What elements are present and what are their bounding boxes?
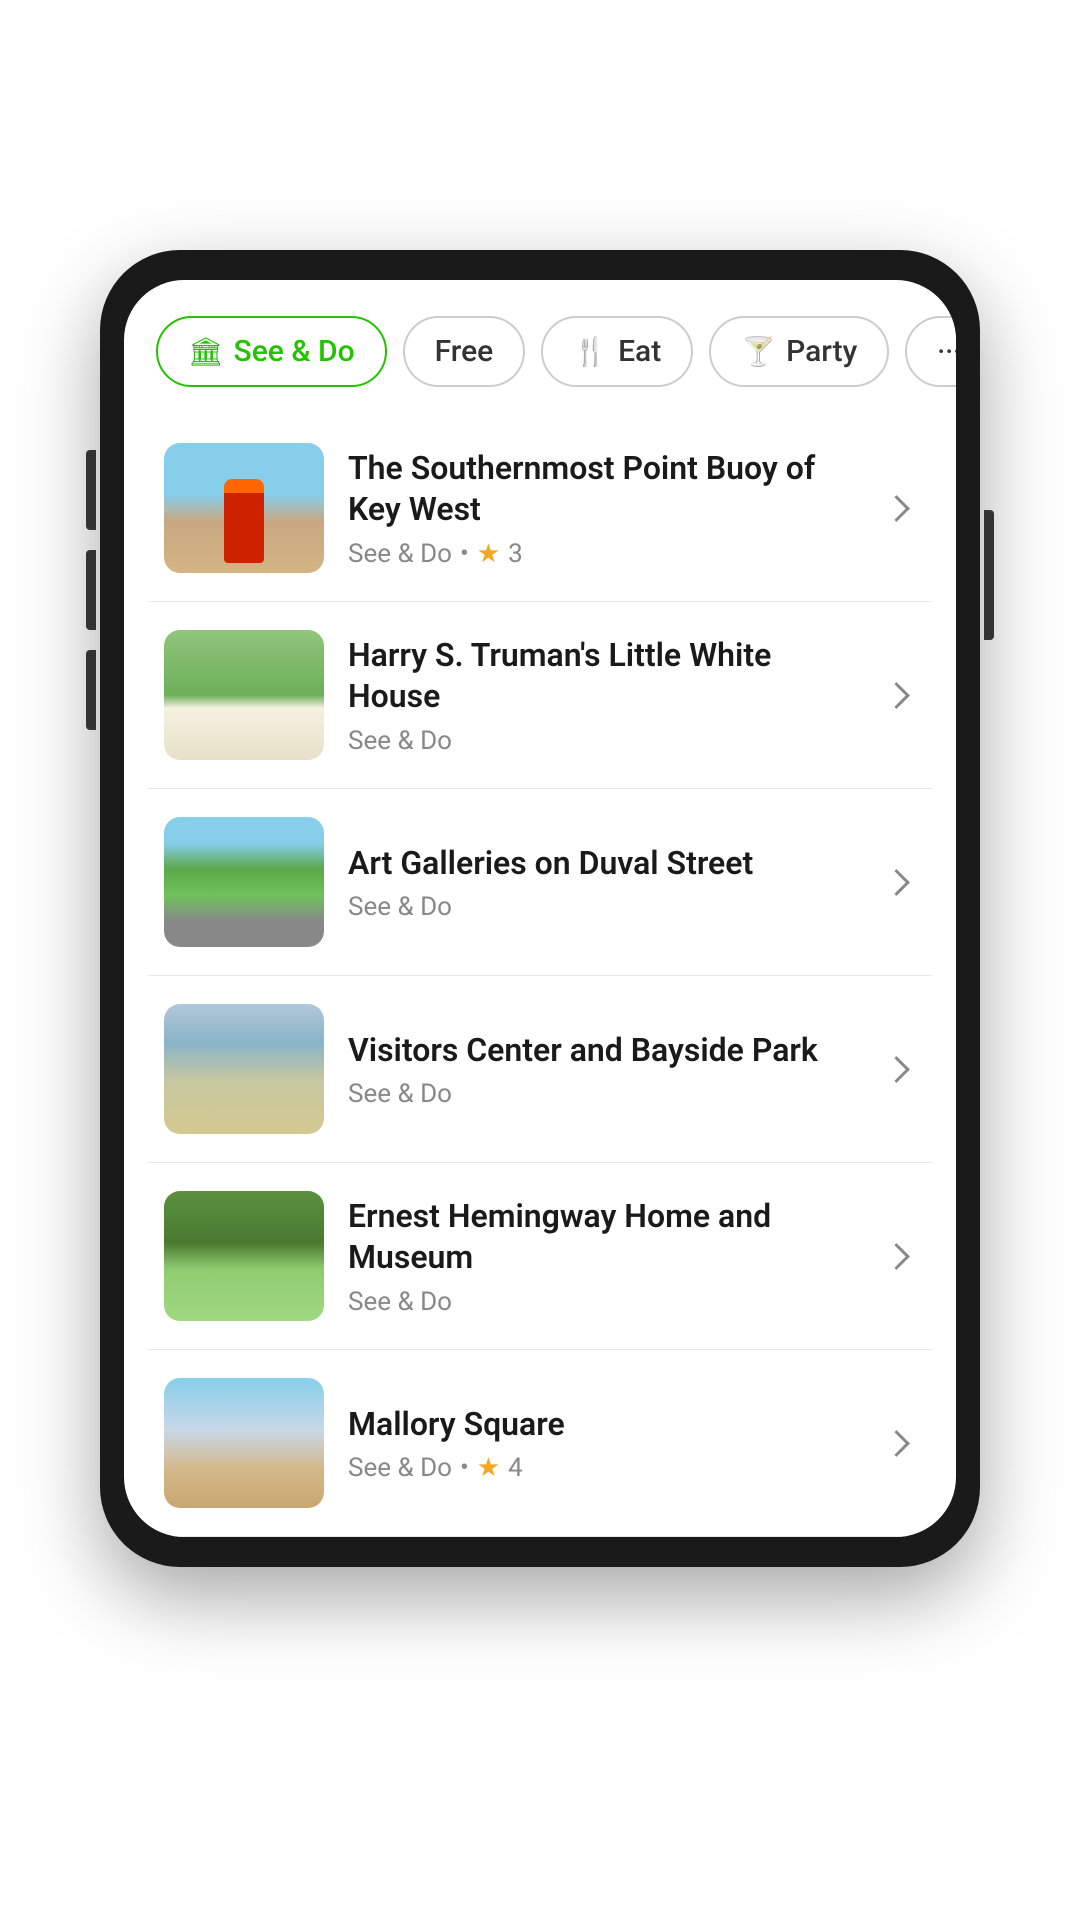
- item-title: Mallory Square: [348, 1404, 852, 1446]
- item-image: [164, 817, 324, 947]
- list-item[interactable]: Art Galleries on Duval Street See & Do: [148, 789, 932, 976]
- phone-screen: 🏛 See & Do Free 🍴 Eat 🍸 Party ··· Other …: [124, 280, 956, 1537]
- item-meta: See & Do: [348, 892, 852, 922]
- chip-label-eat: Eat: [618, 334, 661, 369]
- item-meta: See & Do: [348, 1287, 852, 1317]
- list-item[interactable]: Harry S. Truman's Little White House See…: [148, 602, 932, 789]
- item-meta: See & Do: [348, 726, 852, 756]
- places-list: The Southernmost Point Buoy of Key West …: [124, 415, 956, 1537]
- star-icon: ★: [477, 539, 500, 569]
- item-content: The Southernmost Point Buoy of Key West …: [348, 448, 852, 569]
- item-category: See & Do: [348, 726, 452, 756]
- filter-chip-other[interactable]: ··· Other: [905, 316, 956, 387]
- item-image: [164, 1191, 324, 1321]
- chip-icon-eat: 🍴: [573, 335, 608, 368]
- item-title: Harry S. Truman's Little White House: [348, 635, 852, 718]
- list-item[interactable]: The Southernmost Point Buoy of Key West …: [148, 415, 932, 602]
- item-content: Ernest Hemingway Home and Museum See & D…: [348, 1196, 852, 1317]
- star-icon: ★: [477, 1453, 500, 1483]
- item-content: Mallory Square See & Do • ★ 4: [348, 1404, 852, 1484]
- chip-icon-party: 🍸: [741, 335, 776, 368]
- item-content: Art Galleries on Duval Street See & Do: [348, 843, 852, 923]
- list-item[interactable]: Visitors Center and Bayside Park See & D…: [148, 976, 932, 1163]
- item-category: See & Do: [348, 1453, 452, 1483]
- filter-bar: 🏛 See & Do Free 🍴 Eat 🍸 Party ··· Other: [124, 280, 956, 415]
- list-item[interactable]: Ernest Hemingway Home and Museum See & D…: [148, 1163, 932, 1350]
- item-meta: See & Do: [348, 1079, 852, 1109]
- chevron-right-icon: [876, 1236, 916, 1276]
- item-title: Visitors Center and Bayside Park: [348, 1030, 852, 1072]
- item-rating: 3: [508, 539, 523, 569]
- item-category: See & Do: [348, 1287, 452, 1317]
- item-title: Art Galleries on Duval Street: [348, 843, 852, 885]
- item-image: [164, 630, 324, 760]
- chip-icon-see-do: 🏛: [188, 335, 224, 368]
- dot-separator: •: [460, 1453, 469, 1483]
- item-category: See & Do: [348, 1079, 452, 1109]
- dot-separator: •: [460, 539, 469, 569]
- item-title: The Southernmost Point Buoy of Key West: [348, 448, 852, 531]
- item-meta: See & Do • ★ 4: [348, 1453, 852, 1483]
- phone-device: 🏛 See & Do Free 🍴 Eat 🍸 Party ··· Other …: [100, 250, 980, 1567]
- page-title: [60, 80, 1020, 190]
- item-rating: 4: [508, 1453, 523, 1483]
- chip-label-see-do: See & Do: [234, 334, 355, 369]
- item-content: Visitors Center and Bayside Park See & D…: [348, 1030, 852, 1110]
- chip-icon-other: ···: [937, 335, 956, 368]
- chip-label-party: Party: [786, 334, 857, 369]
- filter-chip-free[interactable]: Free: [403, 316, 526, 387]
- page-header: [0, 0, 1080, 250]
- item-image: [164, 443, 324, 573]
- filter-chip-eat[interactable]: 🍴 Eat: [541, 316, 693, 387]
- chevron-right-icon: [876, 862, 916, 902]
- item-content: Harry S. Truman's Little White House See…: [348, 635, 852, 756]
- filter-chip-party[interactable]: 🍸 Party: [709, 316, 889, 387]
- item-image: [164, 1004, 324, 1134]
- chevron-right-icon: [876, 488, 916, 528]
- chevron-right-icon: [876, 1423, 916, 1463]
- chevron-right-icon: [876, 675, 916, 715]
- item-category: See & Do: [348, 539, 452, 569]
- list-item[interactable]: Mallory Square See & Do • ★ 4: [148, 1350, 932, 1537]
- chip-label-free: Free: [435, 334, 494, 369]
- chevron-right-icon: [876, 1049, 916, 1089]
- item-category: See & Do: [348, 892, 452, 922]
- item-meta: See & Do • ★ 3: [348, 539, 852, 569]
- filter-chip-see-do[interactable]: 🏛 See & Do: [156, 316, 387, 387]
- item-image: [164, 1378, 324, 1508]
- item-title: Ernest Hemingway Home and Museum: [348, 1196, 852, 1279]
